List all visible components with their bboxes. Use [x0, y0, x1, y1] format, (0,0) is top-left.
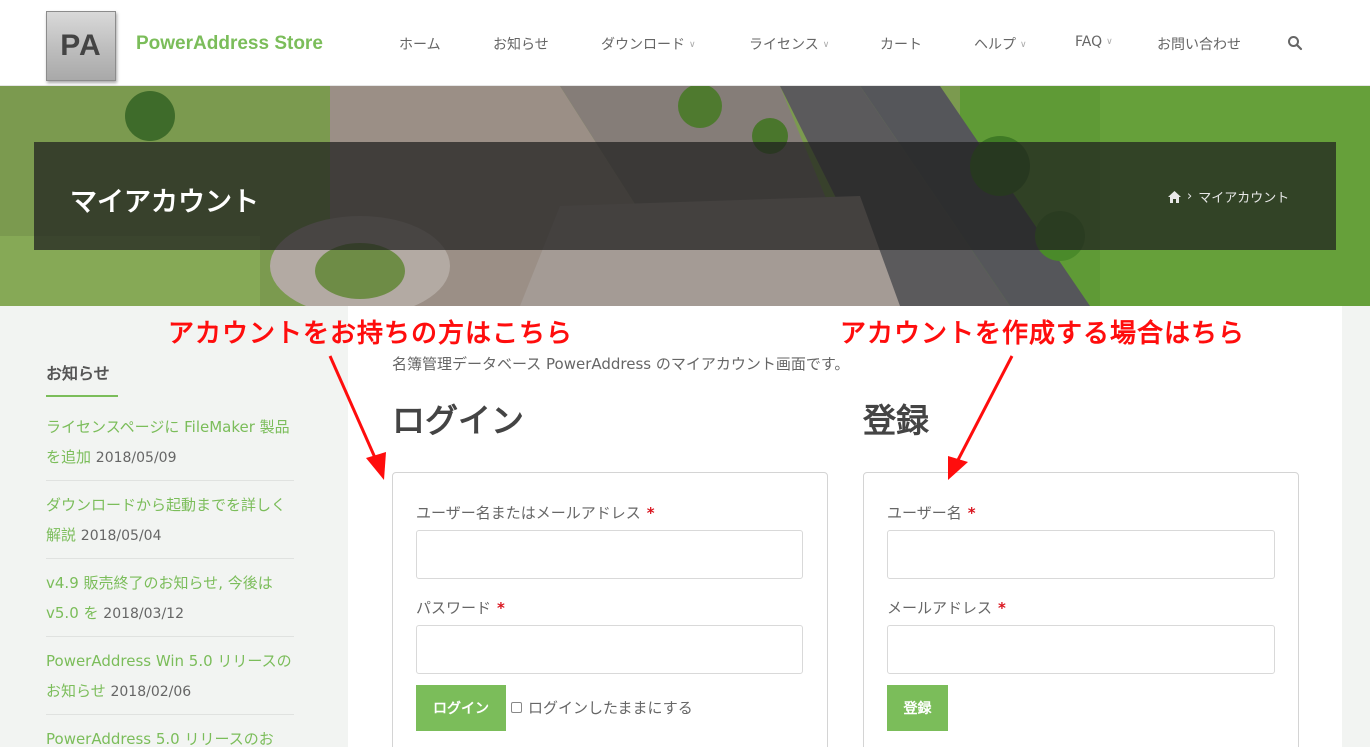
news-item-title[interactable]: PowerAddress 5.0 リリースのお — [46, 730, 274, 747]
site-header: PA PowerAddress Store ホーム お知らせ ダウンロード ∨ ラ… — [0, 0, 1370, 86]
nav-item-home[interactable]: ホーム — [399, 34, 441, 54]
nav-item-news[interactable]: お知らせ — [493, 34, 549, 54]
breadcrumb: › マイアカウント — [1168, 187, 1289, 206]
register-email-input[interactable] — [887, 625, 1275, 674]
login-username-label: ユーザー名またはメールアドレス * — [416, 504, 655, 522]
nav-item-faq[interactable]: FAQ ∨ — [1075, 34, 1113, 50]
annotation-left: アカウントをお持ちの方はこちら — [168, 319, 574, 349]
register-title: 登録 — [863, 401, 929, 440]
news-item-date: 2018/02/06 — [110, 684, 192, 700]
news-item[interactable]: PowerAddress 5.0 リリースのお — [46, 724, 294, 747]
page-title: マイアカウント — [70, 187, 259, 218]
chevron-down-icon: ∨ — [689, 40, 696, 50]
divider — [46, 714, 294, 715]
sidebar-heading: お知らせ — [46, 364, 110, 383]
nav-item-cart[interactable]: カート — [880, 34, 922, 54]
breadcrumb-current: マイアカウント — [1198, 191, 1290, 206]
nav-item-contact[interactable]: お問い合わせ — [1157, 34, 1241, 54]
intro-text: 名簿管理データベース PowerAddress のマイアカウント画面です。 — [392, 355, 850, 373]
nav-item-license[interactable]: ライセンス ∨ — [749, 34, 829, 54]
register-username-label: ユーザー名 * — [887, 504, 976, 522]
login-username-input[interactable] — [416, 530, 803, 579]
register-button[interactable]: 登録 — [887, 685, 948, 731]
divider — [46, 558, 294, 559]
news-item-date: 2018/05/04 — [80, 528, 162, 544]
news-item[interactable]: ダウンロードから起動までを詳しく解説 2018/05/04 — [46, 490, 294, 551]
divider — [46, 636, 294, 637]
search-icon[interactable] — [1287, 35, 1303, 51]
divider — [46, 480, 294, 481]
logo-text: PA — [60, 29, 102, 62]
news-item-date: 2018/03/12 — [103, 606, 184, 622]
news-item[interactable]: PowerAddress Win 5.0 リリースのお知らせ 2018/02/0… — [46, 646, 294, 707]
remember-me-label: ログインしたままにする — [528, 699, 693, 717]
login-button[interactable]: ログイン — [416, 685, 506, 731]
chevron-down-icon: ∨ — [1106, 37, 1113, 47]
site-title[interactable]: PowerAddress Store — [136, 33, 323, 55]
breadcrumb-separator: › — [1187, 189, 1193, 204]
nav-item-help[interactable]: ヘルプ ∨ — [974, 34, 1027, 54]
login-password-input[interactable] — [416, 625, 803, 674]
home-icon[interactable] — [1168, 190, 1181, 203]
news-item[interactable]: ライセンスページに FileMaker 製品を追加 2018/05/09 — [46, 412, 294, 473]
annotation-right: アカウントを作成する場合はちら — [840, 319, 1246, 349]
register-email-label: メールアドレス * — [887, 599, 1006, 617]
remember-me-checkbox[interactable] — [511, 702, 522, 713]
register-username-input[interactable] — [887, 530, 1275, 579]
news-item[interactable]: v4.9 販売終了のお知らせ, 今後は v5.0 を 2018/03/12 — [46, 568, 294, 629]
login-title: ログイン — [392, 401, 524, 440]
news-item-date: 2018/05/09 — [95, 450, 177, 466]
nav-item-download[interactable]: ダウンロード ∨ — [601, 34, 696, 54]
login-password-label: パスワード * — [416, 599, 505, 617]
chevron-down-icon: ∨ — [1020, 40, 1027, 50]
remember-me[interactable]: ログインしたままにする — [511, 697, 693, 718]
chevron-down-icon: ∨ — [822, 40, 830, 50]
sidebar-heading-underline — [46, 395, 118, 397]
site-logo[interactable]: PA — [46, 11, 116, 81]
